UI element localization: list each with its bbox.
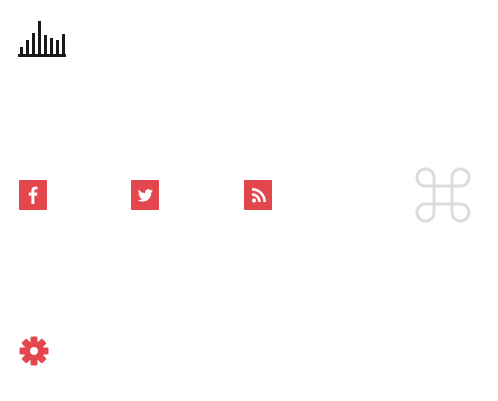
rss-button[interactable] <box>244 180 272 210</box>
gear-icon[interactable] <box>18 335 50 367</box>
twitter-button[interactable] <box>131 180 159 210</box>
facebook-button[interactable] <box>19 180 47 210</box>
facebook-icon <box>28 186 38 204</box>
bar-chart-logo-icon <box>18 21 66 57</box>
twitter-icon <box>137 189 153 202</box>
rss-icon <box>252 188 266 203</box>
command-key-icon <box>415 167 471 223</box>
